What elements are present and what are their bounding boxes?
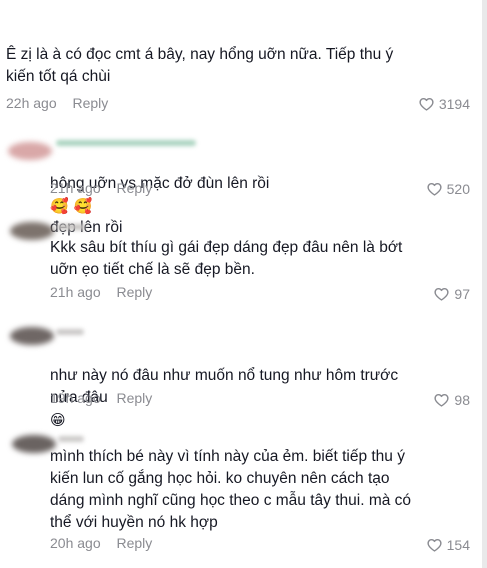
avatar[interactable]: [8, 142, 52, 160]
comment-time: 21h ago: [50, 180, 101, 196]
like-button[interactable]: 98: [434, 391, 470, 409]
username[interactable]: [56, 329, 84, 335]
like-count: 3194: [438, 96, 470, 112]
comment-meta: 20h ago Reply: [50, 534, 152, 552]
avatar[interactable]: [10, 222, 54, 240]
comment-text: mình thích bé này vì tính này của ẻm. bi…: [50, 448, 412, 531]
like-button[interactable]: 3194: [419, 95, 470, 113]
heart-outline-icon: [434, 288, 449, 301]
reply-button[interactable]: Reply: [117, 179, 153, 197]
username[interactable]: [58, 436, 84, 442]
comment-item: Ê zị là à có đọc cmt á bây, nay hổng uỡn…: [0, 0, 482, 120]
like-button[interactable]: 97: [434, 285, 470, 303]
comment-item: mình thích bé này vì tính này của ẻm. bi…: [0, 425, 482, 568]
heart-outline-icon: [419, 98, 434, 111]
avatar[interactable]: [10, 327, 54, 345]
comment-meta: 22h ago Reply: [6, 94, 108, 112]
reply-button[interactable]: Reply: [117, 534, 153, 552]
comment-text: như này nó đâu như muốn nổ tung như hôm …: [50, 343, 398, 431]
comment-time: 21h ago: [50, 284, 101, 300]
reply-button[interactable]: Reply: [117, 283, 153, 301]
comment-time: 20h ago: [50, 535, 101, 551]
username[interactable]: [56, 224, 86, 230]
comment-time: 19h ago: [50, 390, 101, 406]
like-count: 97: [454, 286, 470, 302]
like-count: 98: [454, 392, 470, 408]
comment-time: 22h ago: [6, 95, 57, 111]
comment-text: Ê zị là à có đọc cmt á bây, nay hổng uỡn…: [6, 46, 394, 85]
reply-button[interactable]: Reply: [117, 389, 153, 407]
like-button[interactable]: 154: [427, 536, 470, 554]
like-button[interactable]: 520: [427, 180, 470, 198]
reply-button[interactable]: Reply: [73, 94, 109, 112]
comment-meta: 19h ago Reply: [50, 389, 152, 407]
heart-outline-icon: [427, 183, 442, 196]
scrollbar-track[interactable]: [482, 0, 487, 568]
heart-outline-icon: [427, 539, 442, 552]
comment-item: như này nó đâu như muốn nổ tung như hôm …: [0, 315, 482, 428]
like-count: 154: [446, 537, 470, 553]
comment-item: Kkk sâu bít thíu gì gái đẹp dáng đẹp đâu…: [0, 210, 482, 315]
comment-text: Kkk sâu bít thíu gì gái đẹp dáng đẹp đâu…: [50, 239, 403, 278]
comment-meta: 21h ago Reply: [50, 179, 152, 197]
comment-meta: 21h ago Reply: [50, 283, 152, 301]
heart-outline-icon: [434, 394, 449, 407]
comment-item: hông uỡn vs mặc đở đùn lên rồi 🥰 🥰 đẹp l…: [0, 120, 482, 236]
username[interactable]: [56, 140, 196, 146]
like-count: 520: [446, 181, 470, 197]
